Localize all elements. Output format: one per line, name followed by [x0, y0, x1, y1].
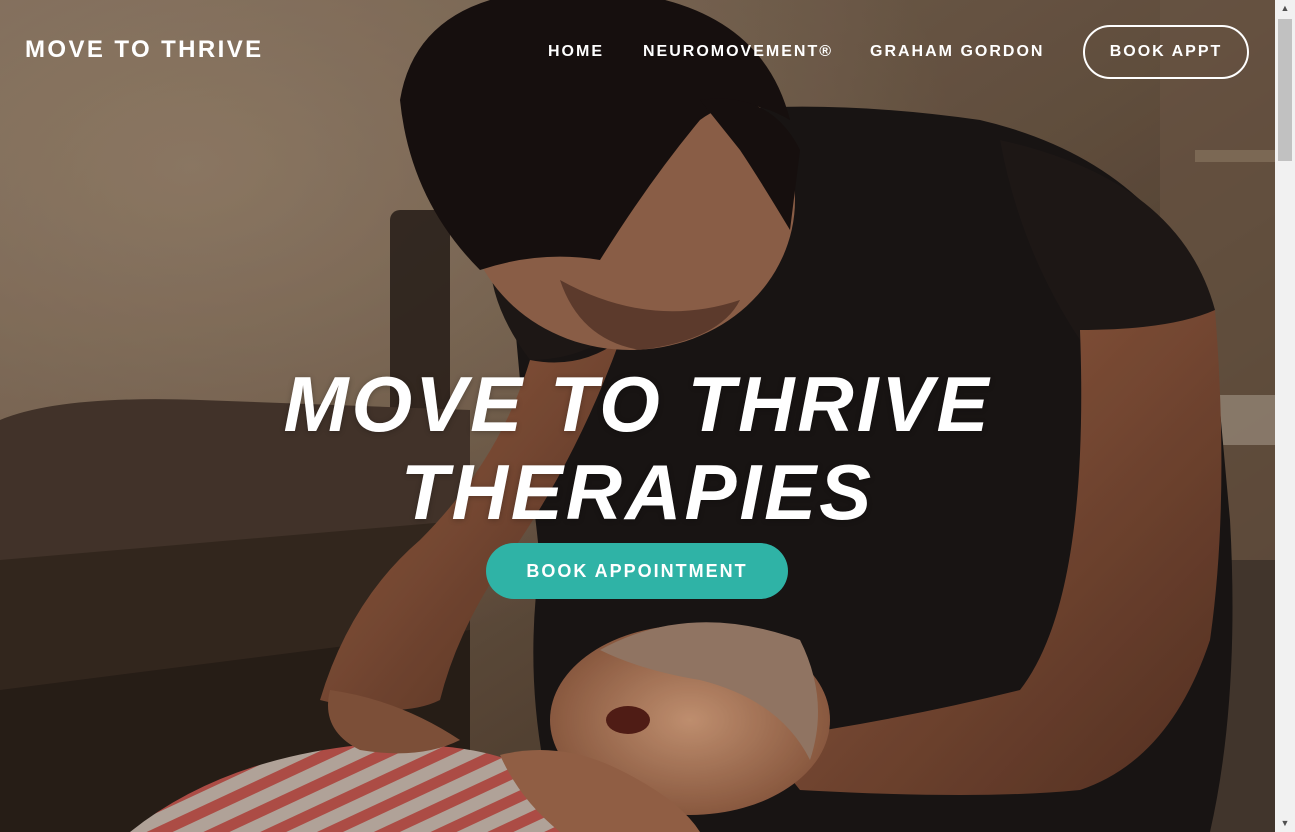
- page: MOVE TO THRIVE HOME NEUROMOVEMENT® GRAHA…: [0, 0, 1295, 832]
- vertical-scrollbar[interactable]: ▲ ▼: [1275, 0, 1295, 832]
- hero-headline: MOVE TO THRIVE THERAPIES: [0, 360, 1275, 536]
- site-title-link[interactable]: MOVE TO THRIVE: [25, 36, 264, 64]
- nav-neuromovement-link[interactable]: NEUROMOVEMENT®: [643, 43, 833, 61]
- hero-section: MOVE TO THRIVE HOME NEUROMOVEMENT® GRAHA…: [0, 0, 1275, 832]
- scrollbar-thumb[interactable]: [1278, 19, 1292, 161]
- scroll-up-arrow-icon[interactable]: ▲: [1275, 0, 1295, 17]
- hero-headline-line1: MOVE TO THRIVE: [283, 360, 992, 448]
- scroll-down-arrow-icon[interactable]: ▼: [1275, 815, 1295, 832]
- book-appt-button[interactable]: BOOK APPT: [1083, 25, 1249, 79]
- nav-home-link[interactable]: HOME: [548, 43, 604, 61]
- hero-headline-line2: THERAPIES: [400, 448, 875, 536]
- nav-graham-gordon-link[interactable]: GRAHAM GORDON: [870, 43, 1044, 61]
- book-appointment-button[interactable]: BOOK APPOINTMENT: [486, 543, 788, 599]
